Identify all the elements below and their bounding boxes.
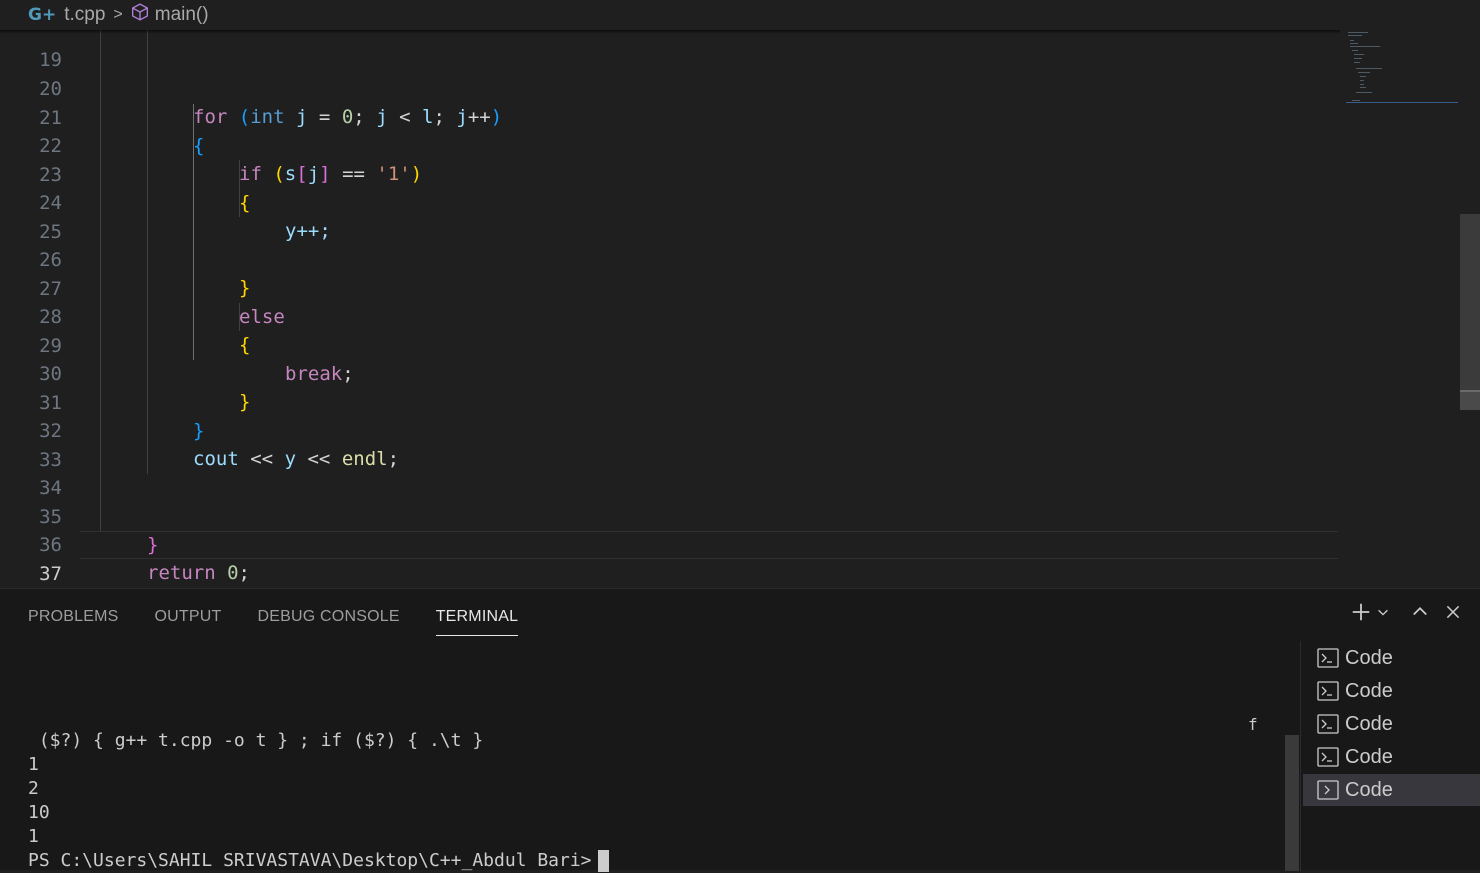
- terminal-line: 2: [28, 778, 39, 799]
- minimap-viewport[interactable]: [1346, 28, 1458, 103]
- code-line: 28 {: [0, 275, 1340, 356]
- code-line: 29 break;: [0, 304, 1340, 385]
- breadcrumb-file[interactable]: t.cpp: [64, 4, 105, 26]
- scrollbar-cursor-marker: [1460, 390, 1480, 410]
- terminal-instance-label: Code: [1345, 712, 1393, 735]
- breadcrumb-symbol[interactable]: main(): [155, 4, 209, 26]
- code-line: 32 cout << y << endl;: [0, 389, 1340, 470]
- code-line: 37 }: [0, 532, 1340, 585]
- code-line: 36 return 0;: [0, 503, 1340, 584]
- minimap[interactable]: [1340, 30, 1460, 588]
- terminal-line: ($?) { g++ t.cpp -o t } ; if ($?) { .\t …: [28, 730, 484, 751]
- code-line: 23 {: [0, 133, 1340, 214]
- code-line: 30 }: [0, 332, 1340, 413]
- terminal-instance-label: Code: [1345, 778, 1393, 801]
- code-line: 24 y++;: [0, 161, 1340, 242]
- breadcrumb-shadow: [0, 30, 1340, 34]
- terminal-scrollbar[interactable]: [1285, 735, 1299, 871]
- chevron-down-icon[interactable]: [1376, 605, 1390, 619]
- terminal-line: 10: [28, 802, 50, 823]
- terminal-instance[interactable]: Code: [1303, 642, 1480, 674]
- code-text: return 0;: [147, 562, 250, 584]
- c-plus-plus-file-icon: G+: [28, 5, 57, 25]
- plus-icon[interactable]: [1350, 601, 1372, 623]
- code-line: 34: [0, 446, 1340, 499]
- tab-problems[interactable]: PROBLEMS: [28, 589, 119, 635]
- cube-method-icon: [131, 3, 149, 27]
- terminal-instance[interactable]: Code: [1303, 708, 1480, 740]
- tab-output[interactable]: OUTPUT: [155, 589, 222, 635]
- terminal-icon: [1317, 714, 1339, 734]
- tab-terminal[interactable]: TERMINAL: [435, 589, 519, 636]
- close-icon[interactable]: [1444, 603, 1462, 621]
- panel-actions: [1350, 601, 1462, 623]
- terminal-instance-label: Code: [1345, 646, 1393, 669]
- terminal-text: f: [1248, 715, 1258, 734]
- code-line: 21 {: [0, 76, 1340, 157]
- code-line: 31 }: [0, 361, 1340, 442]
- code-line: 22 if (s[j] == '1'): [0, 104, 1340, 185]
- terminal-instance-label: Code: [1345, 745, 1393, 768]
- terminal-instance[interactable]: Code: [1303, 675, 1480, 707]
- terminal-icon: [1317, 747, 1339, 767]
- terminal-icon: [1317, 681, 1339, 701]
- chevron-right-icon: >: [113, 6, 123, 23]
- code-line: 26 }: [0, 218, 1340, 299]
- terminal-instance-list: Code Code Code Code Code: [1300, 641, 1480, 871]
- terminal-instance[interactable]: Code: [1303, 741, 1480, 773]
- terminal-icon: [1317, 648, 1339, 668]
- chevron-up-icon[interactable]: [1410, 602, 1430, 622]
- terminal-icon: [1317, 780, 1339, 800]
- code-editor[interactable]: 19 20 for (int j = 0; j < l; j++) 21 { 2…: [0, 0, 1480, 588]
- code-line: 27 else: [0, 247, 1340, 328]
- terminal-line: 1: [28, 826, 39, 847]
- bottom-panel: PROBLEMS OUTPUT DEBUG CONSOLE TERMINAL f…: [0, 588, 1480, 873]
- terminal-cursor: [597, 850, 609, 872]
- code-line: 25: [0, 190, 1340, 243]
- tab-debug-console[interactable]: DEBUG CONSOLE: [258, 589, 400, 635]
- terminal-instance-selected[interactable]: Code: [1303, 774, 1480, 806]
- terminal-instance-label: Code: [1345, 679, 1393, 702]
- editor-scrollbar-thumb[interactable]: [1460, 214, 1480, 390]
- code-line: 33: [0, 418, 1340, 471]
- panel-tabs: PROBLEMS OUTPUT DEBUG CONSOLE TERMINAL: [28, 589, 554, 637]
- terminal-line: 1: [28, 754, 39, 775]
- terminal-prompt-line: PS C:\Users\SAHIL SRIVASTAVA\Desktop\C++…: [28, 849, 609, 873]
- terminal-prompt: PS C:\Users\SAHIL SRIVASTAVA\Desktop\C++…: [28, 850, 592, 871]
- code-line: 35 }: [0, 475, 1340, 556]
- code-line: 20 for (int j = 0; j < l; j++): [0, 47, 1340, 128]
- breadcrumb: G+ t.cpp > main(): [0, 0, 1480, 30]
- terminal-output[interactable]: f ($?) { g++ t.cpp -o t } ; if ($?) { .\…: [0, 641, 1300, 873]
- line-number: 37: [39, 563, 62, 585]
